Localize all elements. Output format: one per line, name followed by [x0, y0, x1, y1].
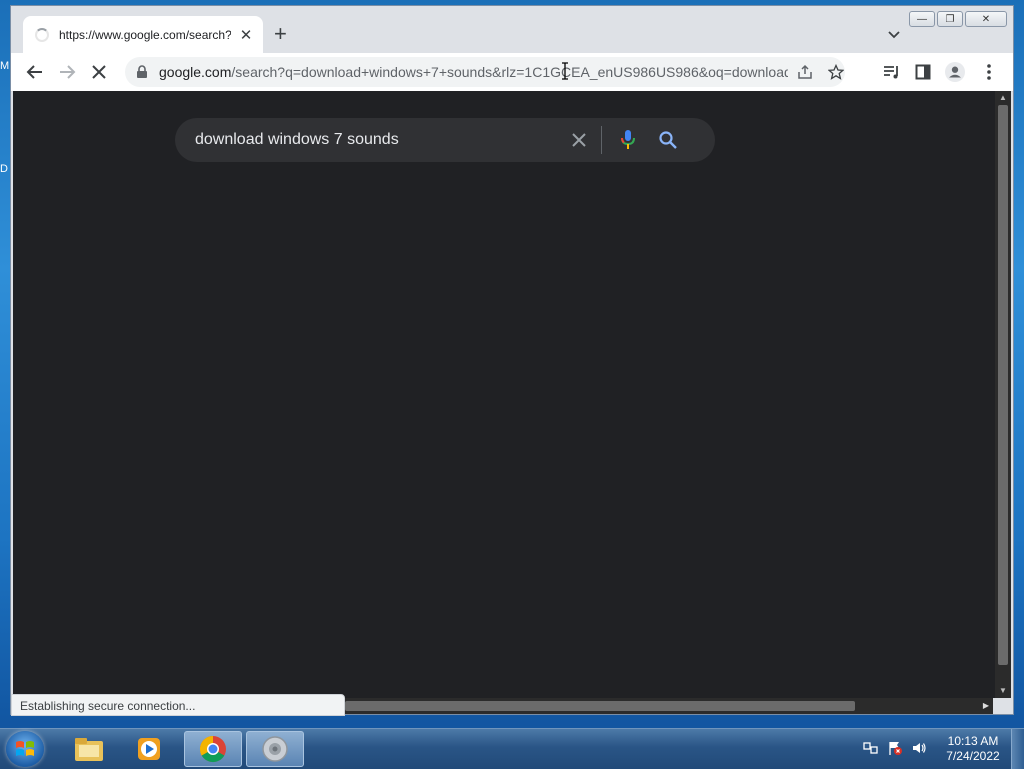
browser-toolbar: google.com/search?q=download+windows+7+s… — [11, 53, 1013, 92]
search-box[interactable]: download windows 7 sounds — [175, 118, 715, 162]
taskbar-clock[interactable]: 10:13 AM 7/24/2022 — [938, 734, 1008, 764]
horizontal-scroll-thumb[interactable] — [345, 701, 855, 711]
explorer-icon[interactable] — [60, 731, 118, 767]
page-content: download windows 7 sounds — [13, 91, 997, 698]
url-text[interactable]: google.com/search?q=download+windows+7+s… — [159, 64, 788, 80]
scroll-up-icon[interactable]: ▲ — [998, 93, 1008, 103]
status-bubble: Establishing secure connection... — [11, 694, 345, 716]
chrome-icon[interactable] — [184, 731, 242, 767]
taskbar: 10:13 AM 7/24/2022 — [0, 728, 1024, 769]
vertical-scroll-thumb[interactable] — [998, 105, 1008, 665]
speaker-app-icon[interactable] — [246, 731, 304, 767]
scroll-right-icon[interactable]: ▶ — [983, 701, 989, 710]
start-button[interactable] — [6, 731, 44, 767]
clock-date: 7/24/2022 — [946, 749, 1000, 763]
clock-time: 10:13 AM — [947, 734, 999, 748]
active-tab[interactable]: https://www.google.com/search? ✕ — [23, 16, 263, 53]
loading-spinner-icon — [35, 27, 49, 42]
close-window-button[interactable]: ✕ — [965, 11, 1007, 27]
minimize-button[interactable]: — — [909, 11, 935, 27]
stop-icon[interactable] — [89, 62, 109, 82]
system-tray — [862, 739, 928, 757]
search-divider — [601, 126, 602, 154]
menu-icon[interactable] — [979, 62, 999, 82]
vertical-scrollbar[interactable]: ▲ ▼ — [995, 91, 1011, 698]
scroll-down-icon[interactable]: ▼ — [998, 686, 1008, 696]
voice-search-icon[interactable] — [616, 128, 640, 152]
action-center-flag-icon[interactable] — [886, 739, 904, 757]
tab-strip: https://www.google.com/search? ✕ + — ❐ ✕ — [11, 6, 1013, 53]
tab-close-icon[interactable]: ✕ — [237, 26, 255, 44]
tab-search-chevron-icon[interactable] — [886, 26, 902, 42]
lock-icon[interactable] — [135, 65, 149, 79]
side-panel-icon[interactable] — [913, 62, 933, 82]
volume-icon[interactable] — [910, 739, 928, 757]
show-desktop-button[interactable] — [1011, 729, 1024, 769]
network-icon[interactable] — [862, 739, 880, 757]
forward-icon[interactable] — [57, 62, 77, 82]
text-cursor-icon — [561, 62, 568, 80]
profile-icon[interactable] — [945, 62, 965, 82]
address-bar[interactable]: google.com/search?q=download+windows+7+s… — [125, 57, 845, 87]
media-player-icon[interactable] — [120, 731, 178, 767]
url-path: /search?q=download+windows+7+sounds&rlz=… — [231, 64, 788, 80]
url-host: google.com — [159, 64, 232, 80]
search-submit-icon[interactable] — [656, 128, 680, 152]
horizontal-scrollbar[interactable]: ▶ — [345, 698, 993, 714]
browser-window: https://www.google.com/search? ✕ + — ❐ ✕… — [10, 5, 1014, 716]
desktop-label-fragment-m: M — [0, 60, 10, 72]
tab-title: https://www.google.com/search? — [59, 27, 231, 42]
restore-button[interactable]: ❐ — [937, 11, 963, 27]
media-icon[interactable] — [881, 62, 901, 82]
clear-search-icon[interactable] — [567, 128, 591, 152]
desktop-label-fragment-d: D — [0, 163, 8, 175]
star-icon[interactable] — [827, 63, 845, 81]
back-icon[interactable] — [25, 62, 45, 82]
new-tab-button[interactable]: + — [274, 23, 287, 45]
share-icon[interactable] — [796, 63, 814, 81]
search-query-input[interactable]: download windows 7 sounds — [195, 131, 565, 149]
